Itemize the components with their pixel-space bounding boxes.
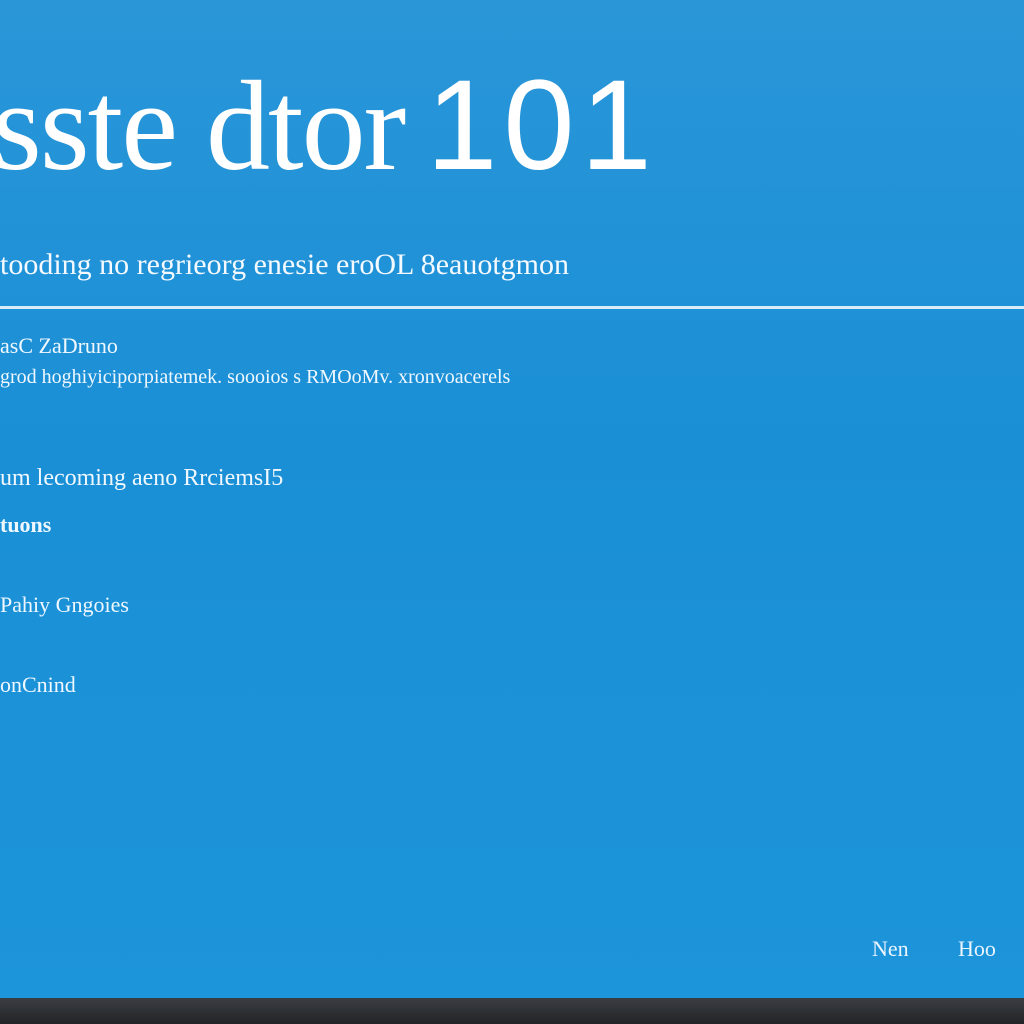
option-line-4[interactable]: onCnind bbox=[0, 674, 76, 696]
option-line-1[interactable]: um lecoming aeno RrciemsI5 bbox=[0, 466, 283, 490]
title-number: 101 bbox=[426, 54, 658, 197]
page-subtitle: tooding no regrieorg enesie eroOL 8eauot… bbox=[0, 248, 570, 281]
monitor-bezel bbox=[0, 998, 1024, 1024]
option-line-3[interactable]: Pahiy Gngoies bbox=[0, 594, 129, 616]
info-line-1: asC ZaDruno bbox=[0, 333, 118, 358]
info-line-2: grod hoghiyiciporpiatemek. soooios s RMO… bbox=[0, 366, 511, 388]
divider bbox=[0, 306, 1024, 309]
next-button[interactable]: Nen bbox=[872, 938, 909, 960]
option-line-2[interactable]: tuons bbox=[0, 514, 51, 536]
setup-screen: sste dtor 101 tooding no regrieorg enesie… bbox=[0, 0, 1024, 998]
help-button[interactable]: Hoo bbox=[958, 938, 996, 960]
title-text: sste dtor bbox=[0, 55, 406, 197]
page-title: sste dtor 101 bbox=[0, 62, 658, 191]
